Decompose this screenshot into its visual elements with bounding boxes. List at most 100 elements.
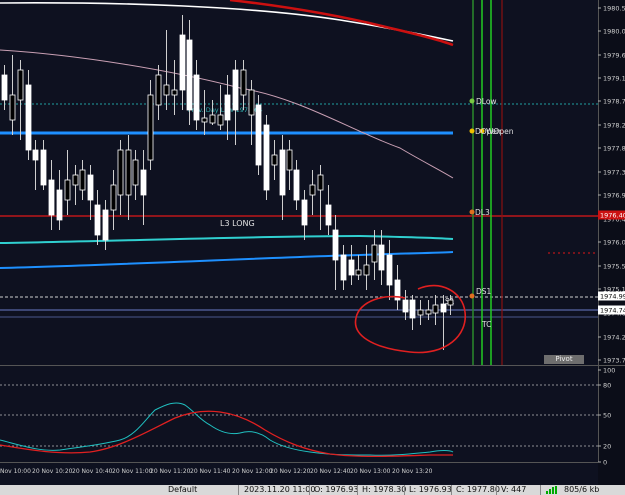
candle-body xyxy=(155,74,162,106)
pivot-button[interactable]: Pivot xyxy=(544,355,584,364)
candle-body xyxy=(201,117,208,123)
candle-body xyxy=(163,84,170,96)
candle-body xyxy=(232,69,239,111)
candle-body xyxy=(240,69,247,96)
time-tick-label: 20 Nov 10:40 xyxy=(72,468,113,475)
price-flag: 1974.74 xyxy=(598,305,625,315)
status-network: 805/6 kb xyxy=(564,485,600,494)
price-tick-label: 1979.60 xyxy=(603,52,625,60)
status-high: H: 1978.30 xyxy=(362,485,407,494)
candle-body xyxy=(371,244,378,263)
candle-body xyxy=(402,299,409,313)
time-tick-label: 20 Nov 11:40 xyxy=(190,468,231,475)
candle-body xyxy=(355,269,362,276)
candle-body xyxy=(87,174,94,201)
ds1-label: DS1 xyxy=(476,287,492,296)
price-flag: 1976.40 xyxy=(598,210,625,220)
candle-body xyxy=(72,174,79,186)
candle-body xyxy=(293,169,300,201)
price-tick-label: 1976.00 xyxy=(603,239,625,247)
candle-body xyxy=(9,94,16,121)
candle-body xyxy=(340,254,347,281)
candle-body xyxy=(248,89,255,116)
status-close: C: 1977.80 xyxy=(456,485,500,494)
candle-body xyxy=(378,244,385,271)
candle-body xyxy=(140,169,147,196)
candle-body xyxy=(132,159,139,186)
price-tick-label: 1977.35 xyxy=(603,169,625,177)
signal-bars-icon xyxy=(546,486,560,495)
candle-body xyxy=(286,149,293,171)
candle-body xyxy=(1,74,8,101)
dlow-label: DLow xyxy=(476,97,497,106)
price-tick-label: 1973.75 xyxy=(603,357,625,365)
tc-label: TC xyxy=(481,320,491,329)
price-tick-label: 1975.55 xyxy=(603,263,625,271)
price-tick-label: 1978.25 xyxy=(603,122,625,130)
dl3-marker xyxy=(469,209,475,215)
dl3-label: DL3 xyxy=(475,208,490,217)
dlow-marker xyxy=(469,98,475,104)
status-volume: V: 447 xyxy=(501,485,527,494)
price-tick-label: 1978.70 xyxy=(603,98,625,106)
candle-body xyxy=(179,34,186,91)
time-tick-label: 20 Nov 12:40 xyxy=(310,468,351,475)
candle-body xyxy=(25,84,32,151)
price-tick-label: 1980.05 xyxy=(603,28,625,36)
dopen-marker xyxy=(469,128,475,134)
price-tick-label: 1980.50 xyxy=(603,5,625,13)
status-template: Default xyxy=(168,485,198,494)
time-tick-label: 20 Nov 12:00 xyxy=(232,468,273,475)
candle-body xyxy=(348,259,355,276)
osc-tick-label: 50 xyxy=(603,412,611,420)
candle-body xyxy=(263,124,270,191)
candle-body xyxy=(79,169,86,191)
candle-body xyxy=(186,39,193,111)
candle-body xyxy=(48,179,55,216)
candle-body xyxy=(117,149,124,196)
price-flag-label: 1974.99 xyxy=(600,293,625,301)
price-chart[interactable]: 1980.50 1980.05 1979.60 1979.15 1978.70 1978.… xyxy=(0,0,625,485)
candle-body xyxy=(271,154,278,166)
osc-tick-label: 80 xyxy=(603,382,611,390)
candle-body xyxy=(363,264,370,276)
candle-body xyxy=(102,209,109,241)
status-low: L: 1976.93 xyxy=(409,485,452,494)
candle-body xyxy=(279,149,286,196)
candle-body xyxy=(417,309,424,316)
price-tick-label: 1977.80 xyxy=(603,145,625,153)
candle-body xyxy=(40,149,47,186)
candle-body xyxy=(317,174,324,191)
candle-body xyxy=(64,179,71,201)
price-tick-label: 1974.20 xyxy=(603,334,625,342)
candle-body xyxy=(301,199,308,226)
candle-body xyxy=(432,304,439,314)
time-tick-label: 20 Nov 13:20 xyxy=(392,468,433,475)
candle-body xyxy=(56,189,63,221)
candle-body xyxy=(17,69,24,101)
trading-platform-window: 1980.50 1980.05 1979.60 1979.15 1978.70 1978.… xyxy=(0,0,625,495)
price-flag-label: 1974.74 xyxy=(600,307,625,315)
candle-body xyxy=(386,254,393,286)
time-tick-label: 20 Nov 13:00 xyxy=(350,468,391,475)
osc-tick-label: 20 xyxy=(603,443,611,451)
candle-body xyxy=(193,74,200,121)
candle-body xyxy=(425,309,432,315)
time-tick-label: 20 Nov 11:00 xyxy=(112,468,153,475)
status-bar: Default 2023.11.20 11:00 O: 1976.93 H: 1… xyxy=(0,485,625,495)
candle-body xyxy=(209,114,216,124)
price-tick-label: 1979.15 xyxy=(603,75,625,83)
ds1-marker xyxy=(469,293,475,299)
candle-body xyxy=(147,94,154,161)
candle-body xyxy=(447,299,454,306)
time-tick-label: 20 Nov 11:20 xyxy=(150,468,191,475)
candle-body xyxy=(309,184,316,196)
candle-body xyxy=(440,303,447,313)
candle-body xyxy=(255,104,262,166)
candle-body xyxy=(32,149,39,161)
wopen-label: WOpen xyxy=(486,127,514,136)
price-flag-label: 1976.40 xyxy=(600,212,625,220)
price-tick-label: 1976.90 xyxy=(603,192,625,200)
time-tick-label: 20 Nov 12:20 xyxy=(270,468,311,475)
l3-long-label: L3 LONG xyxy=(220,219,255,228)
